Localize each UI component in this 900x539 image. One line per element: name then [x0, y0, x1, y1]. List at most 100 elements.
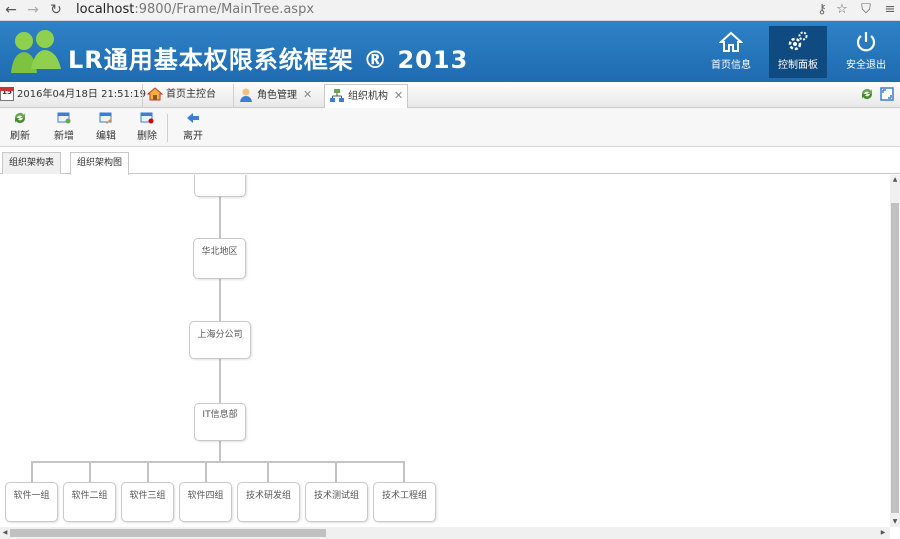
add-button[interactable]: 新增: [48, 112, 80, 142]
leave-icon: [187, 113, 199, 123]
org-node-team[interactable]: 软件一组: [5, 482, 58, 522]
scroll-right-icon[interactable]: ▶: [878, 527, 888, 539]
org-node-label: 技术工程组: [381, 491, 427, 501]
tab-role-management[interactable]: 角色管理 ✕: [233, 84, 316, 108]
calendar-icon: 15: [0, 87, 14, 101]
tab-home-console-label: 首页主控台: [166, 89, 216, 100]
key-icon[interactable]: ⚷: [814, 2, 830, 18]
horizontal-scrollbar[interactable]: ◀ ▶: [0, 527, 890, 539]
tree-connector: [267, 461, 269, 483]
delete-button[interactable]: 删除: [131, 112, 163, 142]
fullscreen-icon[interactable]: [880, 87, 894, 101]
org-node-team[interactable]: 技术工程组: [373, 482, 436, 522]
home-icon: [719, 31, 743, 52]
close-tab-icon[interactable]: ✕: [394, 89, 403, 102]
tab-bar: 15 2016年04月18日 21:51:19 首页主控台 角色管理 ✕ 组织机构 ✕: [0, 82, 900, 108]
org-node-region[interactable]: 华北地区: [193, 238, 246, 279]
user-icon: [240, 88, 252, 102]
edit-button[interactable]: 编辑: [90, 112, 122, 142]
tab-organization-label: 组织机构: [348, 91, 388, 102]
org-chart-canvas: 华北地区 上海分公司 IT信息部 软件一组 软件二组 软件三组 软件四组 技术研…: [0, 175, 890, 527]
current-datetime: 15 2016年04月18日 21:51:19: [0, 87, 146, 103]
refresh-icon: [15, 113, 25, 123]
tree-connector: [31, 461, 405, 463]
org-node-label: 技术研发组: [245, 491, 291, 501]
url-path: :9800/Frame/MainTree.aspx: [134, 2, 315, 17]
leave-button[interactable]: 离开: [177, 112, 209, 142]
tree-connector: [31, 461, 33, 483]
toolbar-divider: [167, 114, 168, 142]
org-node-team[interactable]: 技术研发组: [237, 482, 300, 522]
org-node-label: 华北地区: [201, 247, 238, 257]
tree-connector: [89, 461, 91, 483]
datetime-text: 2016年04月18日 21:51:19: [17, 89, 146, 100]
shield-icon[interactable]: ⛉: [858, 2, 874, 18]
add-label: 新增: [54, 131, 74, 142]
org-node-label: 软件三组: [129, 491, 166, 501]
edit-label: 编辑: [96, 131, 116, 142]
org-node-team[interactable]: 软件三组: [121, 482, 174, 522]
org-node-team[interactable]: 软件二组: [63, 482, 116, 522]
calendar-day: 15: [2, 88, 12, 96]
home-info-label: 首页信息: [711, 60, 751, 71]
tree-connector: [219, 359, 221, 404]
tree-connector: [403, 461, 405, 483]
forward-arrow-icon[interactable]: →: [25, 2, 41, 18]
control-panel-button[interactable]: 控制面板: [769, 26, 827, 78]
tree-connector: [219, 279, 221, 322]
scroll-down-icon[interactable]: ▼: [890, 517, 900, 527]
tree-connector: [219, 441, 221, 462]
menu-icon[interactable]: ≡: [882, 2, 898, 18]
delete-label: 删除: [137, 131, 157, 142]
refresh-label: 刷新: [10, 131, 30, 142]
refresh-icon[interactable]: [860, 87, 874, 101]
org-node-label: IT信息部: [202, 410, 238, 420]
action-toolbar: 刷新 新增 编辑 删除 离开: [0, 108, 900, 147]
vertical-scrollbar[interactable]: ▲ ▼: [890, 175, 900, 527]
org-node-label: 软件二组: [71, 491, 108, 501]
org-node-label: 软件一组: [13, 491, 50, 501]
org-chart-icon: [330, 89, 344, 102]
org-node-team[interactable]: 软件四组: [179, 482, 232, 522]
tab-org-chart[interactable]: 组织架构图: [70, 152, 130, 175]
leave-label: 离开: [183, 131, 203, 142]
org-node-root[interactable]: [194, 175, 246, 197]
refresh-button[interactable]: 刷新: [4, 112, 36, 142]
org-node-department[interactable]: IT信息部: [194, 403, 246, 441]
org-node-label: 技术测试组: [313, 491, 359, 501]
org-node-label: 上海分公司: [197, 330, 243, 340]
users-logo-icon: [11, 30, 61, 73]
home-info-button[interactable]: 首页信息: [702, 26, 760, 78]
add-icon: [57, 112, 71, 124]
bookmark-star-icon[interactable]: ☆: [834, 2, 850, 18]
tree-connector: [205, 461, 207, 483]
power-icon: [856, 32, 876, 52]
tab-role-management-label: 角色管理: [257, 90, 297, 101]
org-node-team[interactable]: 技术测试组: [305, 482, 368, 522]
tab-org-table[interactable]: 组织架构表: [2, 152, 62, 174]
tab-organization[interactable]: 组织机构 ✕: [324, 84, 409, 108]
logout-label: 安全退出: [846, 60, 886, 71]
reload-icon[interactable]: ↻: [48, 2, 64, 18]
org-node-branch[interactable]: 上海分公司: [189, 321, 251, 359]
tree-connector: [147, 461, 149, 483]
vertical-scroll-thumb[interactable]: [891, 203, 899, 513]
scroll-up-icon[interactable]: ▲: [890, 175, 900, 185]
logout-button[interactable]: 安全退出: [837, 26, 895, 78]
close-tab-icon[interactable]: ✕: [303, 88, 312, 101]
gears-icon: [788, 31, 808, 51]
house-icon: [147, 87, 163, 101]
view-tabs: 组织架构表 组织架构图: [0, 150, 900, 175]
tree-connector: [219, 197, 221, 239]
horizontal-scroll-thumb[interactable]: [10, 529, 326, 537]
address-bar[interactable]: localhost:9800/Frame/MainTree.aspx: [76, 2, 314, 17]
org-node-label: 软件四组: [187, 491, 224, 501]
browser-toolbar: ← → ↻ localhost:9800/Frame/MainTree.aspx…: [0, 0, 900, 21]
control-panel-label: 控制面板: [778, 60, 818, 71]
tab-home-console[interactable]: 首页主控台: [142, 84, 220, 108]
url-host: localhost: [76, 2, 135, 17]
back-arrow-icon[interactable]: ←: [3, 2, 19, 18]
tree-connector: [335, 461, 337, 483]
app-title: LR通用基本权限系统框架 ® 2013: [68, 46, 469, 74]
scroll-left-icon[interactable]: ◀: [0, 527, 10, 539]
